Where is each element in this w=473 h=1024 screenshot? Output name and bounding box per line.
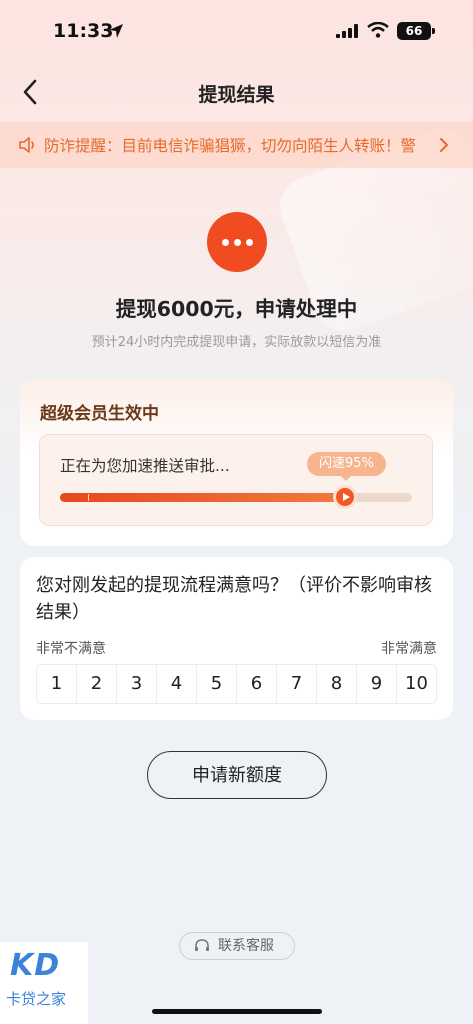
result-headline: 提现6000元，申请处理中 [115, 297, 358, 321]
speaker-icon [19, 137, 34, 153]
score-option-8[interactable]: 8 [317, 665, 357, 703]
contact-service-label: 联系客服 [218, 938, 274, 954]
more-dots-icon [207, 212, 267, 272]
play-icon [343, 493, 351, 501]
score-option-4[interactable]: 4 [157, 665, 197, 703]
dot [246, 239, 253, 246]
scale-right-label: 非常满意 [381, 641, 437, 657]
battery-icon: 66 [397, 22, 431, 40]
acceleration-text: 正在为您加速推送审批... [60, 457, 230, 475]
page-title: 提现结果 [198, 84, 275, 106]
progress-tick [88, 494, 89, 501]
result-subline: 预计24小时内完成提现申请，实际放款以短信为准 [91, 335, 382, 350]
progress-fill [60, 493, 346, 502]
watermark-logo: KD 卡贷之家 [0, 942, 88, 1024]
score-option-7[interactable]: 7 [277, 665, 317, 703]
vip-title: 超级会员生效中 [40, 404, 159, 424]
fraud-notice-text: 防诈提醒：目前电信诈骗猖獗，切勿向陌生人转账！警 [44, 137, 417, 155]
wifi-icon [367, 22, 389, 38]
vip-card: 超级会员生效中 正在为您加速推送审批... 闪速95% [20, 380, 453, 546]
contact-service-button[interactable]: 联系客服 [179, 932, 295, 960]
headset-icon [195, 939, 209, 951]
speed-badge: 闪速95% [307, 452, 386, 481]
scale-left-label: 非常不满意 [36, 641, 106, 657]
status-bar: 11:33 66 [0, 0, 473, 62]
acceleration-panel: 正在为您加速推送审批... 闪速95% [39, 434, 433, 526]
watermark-logo-mark: KD [10, 948, 61, 983]
watermark-text: 卡贷之家 [6, 990, 67, 1008]
home-indicator [152, 1009, 322, 1014]
progress-track [60, 485, 412, 509]
score-option-5[interactable]: 5 [197, 665, 237, 703]
status-time: 11:33 [53, 20, 114, 42]
navigation-bar: 提现结果 [0, 70, 473, 114]
dot [234, 239, 241, 246]
score-option-9[interactable]: 9 [357, 665, 397, 703]
location-arrow-icon [109, 24, 123, 38]
survey-question: 您对刚发起的提现流程满意吗？（评价不影响审核结果） [36, 575, 432, 623]
signal-icon [336, 24, 358, 38]
progress-knob [333, 485, 358, 509]
score-option-6[interactable]: 6 [237, 665, 277, 703]
satisfaction-survey-card: 您对刚发起的提现流程满意吗？（评价不影响审核结果） 非常不满意 非常满意 1 2… [20, 557, 453, 720]
score-selector: 1 2 3 4 5 6 7 8 9 10 [36, 664, 437, 704]
chevron-right-icon [440, 138, 449, 152]
score-option-1[interactable]: 1 [37, 665, 77, 703]
dot [222, 239, 229, 246]
apply-new-limit-button[interactable]: 申请新额度 [147, 751, 327, 799]
fraud-notice-banner[interactable]: 防诈提醒：目前电信诈骗猖獗，切勿向陌生人转账！警 [0, 122, 473, 168]
score-option-10[interactable]: 10 [397, 665, 436, 703]
battery-tip [432, 28, 435, 34]
score-option-2[interactable]: 2 [77, 665, 117, 703]
score-option-3[interactable]: 3 [117, 665, 157, 703]
